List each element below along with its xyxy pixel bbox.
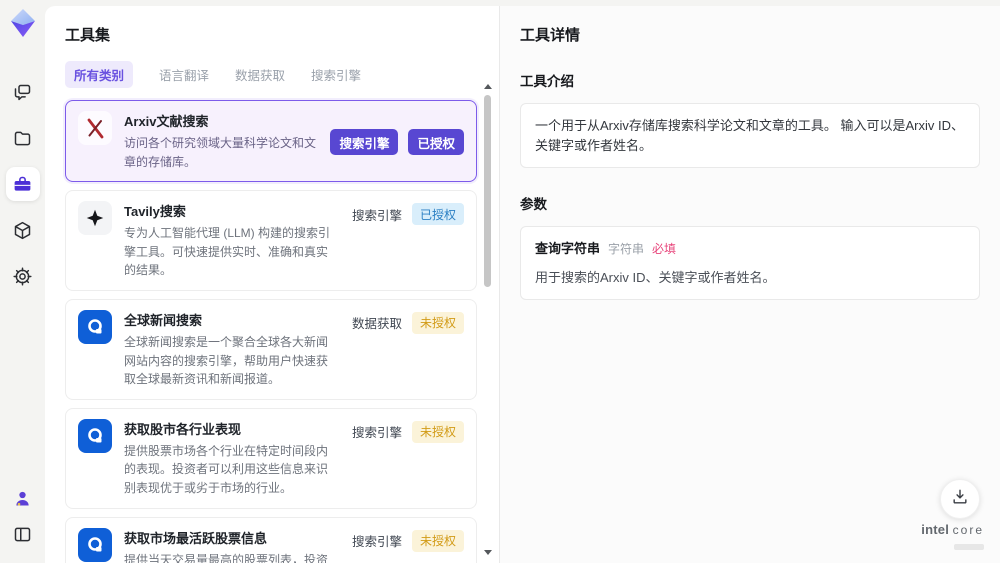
- page-title: 工具集: [65, 27, 111, 44]
- status-badge: 未授权: [411, 420, 464, 443]
- tool-name: 获取股市各行业表现: [124, 421, 242, 437]
- main-content: 工具集 所有类别 语言翻译 数据获取 搜索引擎 Arxiv文献搜索 访问各个研究…: [45, 6, 1000, 563]
- tool-card-meta: 搜索引擎 未授权: [351, 420, 464, 443]
- tool-description: 专为人工智能代理 (LLM) 构建的搜索引擎工具。可快速提供实时、准确和真实的结…: [124, 226, 331, 278]
- param-type: 字符串: [608, 242, 645, 256]
- tool-name: Tavily搜索: [124, 204, 186, 220]
- tool-card-meta: 数据获取 未授权: [351, 311, 464, 334]
- intel-core-logo: intel core: [921, 522, 984, 555]
- tool-list-panel: 工具集 所有类别 语言翻译 数据获取 搜索引擎 Arxiv文献搜索 访问各个研究…: [45, 6, 500, 563]
- sidebar-item-packages[interactable]: [6, 213, 40, 247]
- sidebar: [0, 0, 45, 563]
- tool-description: 提供股票市场各个行业在特定时间段内的表现。投资者可以利用这些信息来识别表现优于或…: [124, 443, 329, 495]
- tool-card-sector-performance[interactable]: 获取股市各行业表现 提供股票市场各个行业在特定时间段内的表现。投资者可以利用这些…: [65, 407, 477, 509]
- tab-all-categories[interactable]: 所有类别: [65, 61, 134, 88]
- status-badge: 已授权: [411, 203, 464, 226]
- category-tabs: 所有类别 语言翻译 数据获取 搜索引擎: [65, 61, 477, 88]
- sidebar-item-files[interactable]: [6, 121, 40, 155]
- tool-card-tavily[interactable]: Tavily搜索 专为人工智能代理 (LLM) 构建的搜索引擎工具。可快速提供实…: [65, 190, 477, 291]
- status-badge: 未授权: [411, 529, 464, 552]
- intro-box: 一个用于从Arxiv存储库搜索科学论文和文章的工具。 输入可以是Arxiv ID…: [520, 103, 980, 168]
- tool-card-meta: 搜索引擎 已授权: [351, 203, 464, 226]
- tab-data-fetch[interactable]: 数据获取: [235, 61, 285, 88]
- scroll-down-arrow[interactable]: [484, 550, 492, 555]
- download-icon: [950, 487, 970, 512]
- sidebar-item-toolset[interactable]: [5, 167, 40, 201]
- scroll-up-arrow[interactable]: [484, 84, 492, 89]
- brand-sub-mark: [954, 544, 984, 551]
- tool-card-active-stocks[interactable]: 获取市场最活跃股票信息 提供当天交易量最高的股票列表，投资者可以利用这些信息来识…: [65, 516, 477, 563]
- intro-heading: 工具介绍: [520, 74, 574, 89]
- tool-detail-panel: 工具详情 工具介绍 一个用于从Arxiv存储库搜索科学论文和文章的工具。 输入可…: [500, 6, 1000, 563]
- scrollbar-thumb[interactable]: [484, 95, 491, 287]
- tool-card-meta: 搜索引擎 已授权: [330, 129, 464, 156]
- cube-icon: [12, 220, 33, 241]
- param-required-badge: 必填: [652, 242, 677, 256]
- detail-title: 工具详情: [520, 27, 581, 44]
- app-logo: [10, 8, 36, 43]
- avatar-icon: [12, 488, 33, 509]
- tool-card-arxiv[interactable]: Arxiv文献搜索 访问各个研究领域大量科学论文和文章的存储库。 搜索引擎 已授…: [65, 100, 477, 183]
- status-badge: 已授权: [408, 129, 464, 156]
- tool-name: 全球新闻搜索: [124, 312, 203, 328]
- panel-toggle-icon: [12, 524, 33, 545]
- download-button[interactable]: [940, 479, 980, 519]
- gear-icon: [12, 266, 33, 287]
- params-heading: 参数: [520, 197, 547, 212]
- param-header: 查询字符串 字符串 必填: [535, 239, 965, 259]
- param-box: 查询字符串 字符串 必填 用于搜索的Arxiv ID、关键字或作者姓名。: [520, 226, 980, 300]
- arxiv-icon: [78, 111, 112, 145]
- news-q-icon: [78, 309, 112, 344]
- tool-card-body: 全球新闻搜索 全球新闻搜索是一个聚合全球各大新闻网站内容的搜索引擎，帮助用户快速…: [124, 310, 340, 389]
- tool-description: 提供当天交易量最高的股票列表，投资者可以利用这些信息来识别流动性强的股票和潜在的…: [124, 552, 329, 563]
- param-name: 查询字符串: [535, 241, 601, 256]
- category-label: 搜索引擎: [351, 208, 402, 223]
- status-badge: 未授权: [411, 311, 464, 334]
- folder-icon: [12, 128, 33, 149]
- list-scrollbar[interactable]: [483, 84, 492, 555]
- tavily-star-icon: [78, 201, 112, 236]
- category-label: 搜索引擎: [351, 535, 402, 550]
- sidebar-item-collapse[interactable]: [6, 517, 40, 551]
- brand-intel-text: intel: [921, 522, 950, 538]
- tool-card-body: Tavily搜索 专为人工智能代理 (LLM) 构建的搜索引擎工具。可快速提供实…: [124, 201, 340, 280]
- tab-translation[interactable]: 语言翻译: [159, 61, 209, 88]
- tab-search-engine[interactable]: 搜索引擎: [311, 61, 361, 88]
- tool-card-body: 获取市场最活跃股票信息 提供当天交易量最高的股票列表，投资者可以利用这些信息来识…: [124, 528, 340, 563]
- toolbox-icon: [12, 174, 33, 195]
- tool-card-global-news[interactable]: 全球新闻搜索 全球新闻搜索是一个聚合全球各大新闻网站内容的搜索引擎，帮助用户快速…: [65, 298, 477, 400]
- sidebar-item-account[interactable]: [6, 481, 40, 515]
- news-q-icon: [78, 418, 112, 453]
- tool-card-body: 获取股市各行业表现 提供股票市场各个行业在特定时间段内的表现。投资者可以利用这些…: [124, 419, 340, 498]
- news-q-icon: [78, 527, 112, 562]
- category-label: 数据获取: [351, 317, 402, 332]
- tool-description: 全球新闻搜索是一个聚合全球各大新闻网站内容的搜索引擎，帮助用户快速获取全球最新资…: [124, 334, 329, 387]
- tool-card-meta: 搜索引擎 未授权: [351, 529, 464, 552]
- sidebar-item-chat[interactable]: [6, 75, 40, 109]
- tool-description: 访问各个研究领域大量科学论文和文章的存储库。: [124, 136, 317, 169]
- chat-icon: [12, 82, 33, 103]
- category-badge: 搜索引擎: [330, 129, 399, 156]
- category-label: 搜索引擎: [351, 426, 402, 441]
- tool-name: Arxiv文献搜索: [124, 114, 209, 129]
- brand-core-text: core: [952, 523, 984, 538]
- tool-card-list: Arxiv文献搜索 访问各个研究领域大量科学论文和文章的存储库。 搜索引擎 已授…: [65, 100, 477, 563]
- app-window: 工具集 所有类别 语言翻译 数据获取 搜索引擎 Arxiv文献搜索 访问各个研究…: [0, 0, 1000, 563]
- tool-card-body: Arxiv文献搜索 访问各个研究领域大量科学论文和文章的存储库。: [124, 111, 318, 171]
- param-description: 用于搜索的Arxiv ID、关键字或作者姓名。: [535, 269, 776, 285]
- tool-name: 获取市场最活跃股票信息: [124, 530, 268, 546]
- sidebar-item-settings[interactable]: [6, 259, 40, 293]
